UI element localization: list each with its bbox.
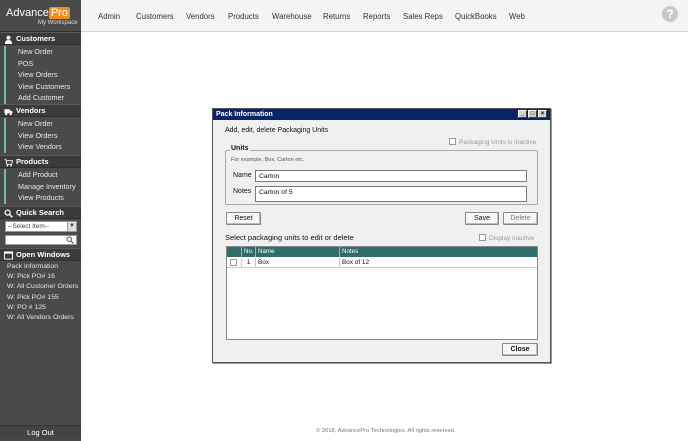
section-products[interactable]: Products [0, 155, 81, 168]
sidebar-item-view-customers[interactable]: View Customers [0, 81, 81, 93]
customers-menu: New Order POS View Orders View Customers… [0, 46, 81, 104]
nav-returns[interactable]: Returns [323, 12, 350, 21]
nav-products[interactable]: Products [228, 12, 259, 21]
logout-button[interactable]: Log Out [0, 425, 81, 439]
checkbox-icon [479, 234, 486, 241]
cell-no: 1 [241, 258, 255, 268]
save-button[interactable]: Save [465, 212, 499, 225]
column-header-name[interactable]: Name [255, 247, 339, 257]
item-type-select[interactable]: --Select Item-- ▼ [5, 221, 77, 232]
reset-button[interactable]: Reset [226, 212, 261, 225]
cart-icon [4, 158, 13, 167]
quick-search-input[interactable] [5, 235, 77, 245]
sidebar-item-new-order[interactable]: New Order [0, 46, 81, 58]
search-icon [4, 209, 13, 218]
nav-vendors[interactable]: Vendors [186, 12, 215, 21]
sidebar-item-vendor-view-orders[interactable]: View Orders [0, 130, 81, 142]
maximize-icon[interactable]: □ [528, 110, 537, 118]
close-button[interactable]: Close [502, 343, 538, 356]
sidebar-item-add-customer[interactable]: Add Customer [0, 92, 81, 104]
open-window-item[interactable]: W: All Vendors Orders [7, 313, 81, 323]
magnifier-icon[interactable] [66, 236, 74, 244]
open-window-item[interactable]: W: Pick PO# 155 [7, 293, 81, 303]
grid-header: No. Name Notes [227, 247, 537, 257]
footer-copyright: © 2018, AdvancePro Technologies. All rig… [316, 428, 456, 434]
table-row[interactable]: 1 Box Box of 12 [227, 258, 537, 268]
minimize-icon[interactable]: _ [518, 110, 527, 118]
open-window-item[interactable]: W: PO # 125 [7, 303, 81, 313]
checkbox-icon [230, 259, 237, 266]
open-windows-list: Pack Information W: Pick PO# 16 W: All C… [7, 262, 81, 323]
close-icon[interactable]: × [538, 110, 547, 118]
notes-label: Notes [233, 188, 252, 195]
sidebar-item-manage-inventory[interactable]: Manage Inventory [0, 181, 81, 193]
grid-caption: Select packaging units to edit or delete [225, 233, 354, 242]
column-header-notes[interactable]: Notes [339, 247, 537, 257]
sidebar-item-view-vendors[interactable]: View Vendors [0, 141, 81, 153]
sidebar-item-add-product[interactable]: Add Product [0, 169, 81, 181]
packaging-units-grid: No. Name Notes 1 Box Box of 12 [226, 246, 538, 340]
display-inactive-checkbox[interactable]: Display inactive [479, 234, 534, 242]
open-window-item[interactable]: W: Pick PO# 16 [7, 272, 81, 282]
nav-admin[interactable]: Admin [98, 12, 120, 21]
select-column-header [227, 247, 241, 257]
brand-name: Advance Pro [6, 7, 70, 19]
nav-web[interactable]: Web [509, 12, 525, 21]
help-icon[interactable]: ? [662, 6, 678, 22]
section-vendors[interactable]: Vendors [0, 104, 81, 117]
nav-reports[interactable]: Reports [363, 12, 390, 21]
app-logo[interactable]: Advance Pro My Workspace [0, 0, 81, 32]
vendors-menu: New Order View Orders View Vendors [0, 118, 81, 153]
section-open-windows: Open Windows [0, 248, 81, 261]
top-navigation: Admin Customers Vendors Products Warehou… [81, 0, 688, 32]
section-customers[interactable]: Customers [0, 32, 81, 45]
window-icon [4, 251, 13, 260]
name-input[interactable]: Carton [255, 170, 527, 182]
pack-information-dialog: Pack Information _ □ × Add, edit, delete… [212, 108, 551, 363]
dialog-titlebar[interactable]: Pack Information _ □ × [213, 109, 550, 120]
sidebar-item-vendor-new-order[interactable]: New Order [0, 118, 81, 130]
cell-name: Box [255, 258, 339, 268]
notes-input[interactable]: Carton of 5 [255, 186, 527, 202]
cell-notes: Box of 12 [339, 258, 537, 268]
row-select-checkbox[interactable] [227, 258, 241, 268]
units-legend: Units [230, 145, 250, 152]
nav-sales-reps[interactable]: Sales Reps [403, 12, 443, 21]
products-menu: Add Product Manage Inventory View Produc… [0, 169, 81, 204]
nav-quickbooks[interactable]: QuickBooks [455, 12, 497, 21]
units-inactive-checkbox[interactable]: Packaging Units is inactive [449, 138, 536, 146]
units-hint: For example, Box, Carton etc. [231, 157, 305, 163]
open-window-item[interactable]: W: All Customer Orders [7, 282, 81, 292]
nav-customers[interactable]: Customers [136, 12, 174, 21]
sidebar-item-pos[interactable]: POS [0, 58, 81, 70]
name-label: Name [233, 172, 252, 179]
sidebar-item-view-orders[interactable]: View Orders [0, 69, 81, 81]
checkbox-icon [449, 138, 456, 145]
sidebar: Advance Pro My Workspace Customers New Or… [0, 0, 81, 441]
dialog-subtitle: Add, edit, delete Packaging Units [225, 127, 329, 134]
nav-warehouse[interactable]: Warehouse [272, 12, 312, 21]
sidebar-item-view-products[interactable]: View Products [0, 192, 81, 204]
delete-button[interactable]: Delete [503, 212, 538, 225]
column-header-no[interactable]: No. [241, 247, 255, 257]
brand-subtitle: My Workspace [38, 20, 78, 26]
truck-icon [4, 109, 13, 116]
section-quick-search: Quick Search [0, 206, 81, 219]
open-window-item[interactable]: Pack Information [7, 262, 81, 272]
chevron-down-icon: ▼ [67, 222, 76, 231]
person-icon [4, 35, 13, 44]
